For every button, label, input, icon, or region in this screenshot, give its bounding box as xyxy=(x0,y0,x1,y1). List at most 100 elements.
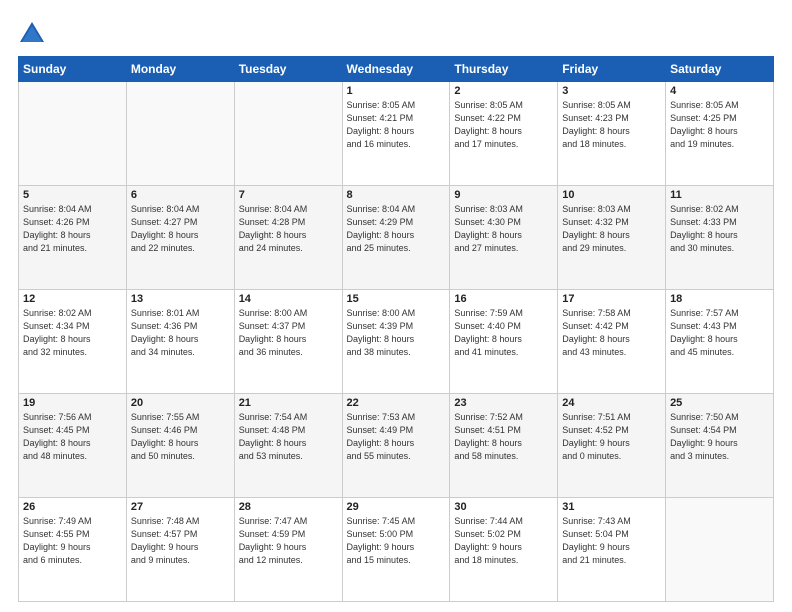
calendar-cell: 18 Sunrise: 7:57 AM Sunset: 4:43 PM Dayli… xyxy=(666,290,774,394)
calendar-cell: 11 Sunrise: 8:02 AM Sunset: 4:33 PM Dayli… xyxy=(666,186,774,290)
calendar-week-row: 1Sunrise: 8:05 AM Sunset: 4:21 PM Daylig… xyxy=(19,82,774,186)
calendar-cell: 17 Sunrise: 7:58 AM Sunset: 4:42 PM Dayli… xyxy=(558,290,666,394)
day-number: 10 xyxy=(562,189,661,201)
day-number: 25 xyxy=(670,397,769,409)
calendar-cell xyxy=(19,82,127,186)
day-number: 24 xyxy=(562,397,661,409)
calendar-cell: 7 Sunrise: 8:04 AM Sunset: 4:28 PM Daylig… xyxy=(234,186,342,290)
day-number: 4 xyxy=(670,85,769,97)
calendar-cell: 29Sunrise: 7:45 AM Sunset: 5:00 PM Dayli… xyxy=(342,498,450,602)
day-number: 12 xyxy=(23,293,122,305)
calendar-cell: 5 Sunrise: 8:04 AM Sunset: 4:26 PM Daylig… xyxy=(19,186,127,290)
day-info: Sunrise: 8:04 AM Sunset: 4:26 PM Dayligh… xyxy=(23,203,122,255)
day-info: Sunrise: 7:54 AM Sunset: 4:48 PM Dayligh… xyxy=(239,411,338,463)
day-number: 9 xyxy=(454,189,553,201)
day-info: Sunrise: 7:47 AM Sunset: 4:59 PM Dayligh… xyxy=(239,515,338,567)
calendar-cell xyxy=(666,498,774,602)
calendar-cell: 19 Sunrise: 7:56 AM Sunset: 4:45 PM Dayli… xyxy=(19,394,127,498)
calendar-cell: 9 Sunrise: 8:03 AM Sunset: 4:30 PM Daylig… xyxy=(450,186,558,290)
page: SundayMondayTuesdayWednesdayThursdayFrid… xyxy=(0,0,792,612)
calendar-cell: 21Sunrise: 7:54 AM Sunset: 4:48 PM Dayli… xyxy=(234,394,342,498)
day-info: Sunrise: 7:48 AM Sunset: 4:57 PM Dayligh… xyxy=(131,515,230,567)
calendar-cell: 12 Sunrise: 8:02 AM Sunset: 4:34 PM Dayli… xyxy=(19,290,127,394)
day-of-week-header: Wednesday xyxy=(342,57,450,82)
day-info: Sunrise: 8:00 AM Sunset: 4:39 PM Dayligh… xyxy=(347,307,446,359)
day-number: 3 xyxy=(562,85,661,97)
day-number: 2 xyxy=(454,85,553,97)
day-of-week-header: Sunday xyxy=(19,57,127,82)
day-info: Sunrise: 8:05 AM Sunset: 4:22 PM Dayligh… xyxy=(454,99,553,151)
day-number: 17 xyxy=(562,293,661,305)
day-of-week-header: Tuesday xyxy=(234,57,342,82)
day-info: Sunrise: 8:05 AM Sunset: 4:21 PM Dayligh… xyxy=(347,99,446,151)
calendar-cell: 8Sunrise: 8:04 AM Sunset: 4:29 PM Daylig… xyxy=(342,186,450,290)
day-info: Sunrise: 8:04 AM Sunset: 4:28 PM Dayligh… xyxy=(239,203,338,255)
day-number: 27 xyxy=(131,501,230,513)
day-number: 14 xyxy=(239,293,338,305)
day-number: 30 xyxy=(454,501,553,513)
calendar-cell: 30 Sunrise: 7:44 AM Sunset: 5:02 PM Dayli… xyxy=(450,498,558,602)
day-number: 31 xyxy=(562,501,661,513)
day-number: 23 xyxy=(454,397,553,409)
header xyxy=(18,18,774,46)
day-info: Sunrise: 8:02 AM Sunset: 4:34 PM Dayligh… xyxy=(23,307,122,359)
calendar-cell: 27 Sunrise: 7:48 AM Sunset: 4:57 PM Dayli… xyxy=(126,498,234,602)
day-number: 26 xyxy=(23,501,122,513)
calendar-week-row: 12 Sunrise: 8:02 AM Sunset: 4:34 PM Dayli… xyxy=(19,290,774,394)
calendar-cell: 31Sunrise: 7:43 AM Sunset: 5:04 PM Dayli… xyxy=(558,498,666,602)
day-info: Sunrise: 7:44 AM Sunset: 5:02 PM Dayligh… xyxy=(454,515,553,567)
logo xyxy=(18,18,50,46)
calendar-week-row: 5 Sunrise: 8:04 AM Sunset: 4:26 PM Daylig… xyxy=(19,186,774,290)
calendar-cell: 2 Sunrise: 8:05 AM Sunset: 4:22 PM Daylig… xyxy=(450,82,558,186)
day-number: 28 xyxy=(239,501,338,513)
calendar-cell: 22Sunrise: 7:53 AM Sunset: 4:49 PM Dayli… xyxy=(342,394,450,498)
day-info: Sunrise: 7:52 AM Sunset: 4:51 PM Dayligh… xyxy=(454,411,553,463)
calendar-cell: 16Sunrise: 7:59 AM Sunset: 4:40 PM Dayli… xyxy=(450,290,558,394)
day-info: Sunrise: 7:58 AM Sunset: 4:42 PM Dayligh… xyxy=(562,307,661,359)
calendar-cell: 26 Sunrise: 7:49 AM Sunset: 4:55 PM Dayli… xyxy=(19,498,127,602)
day-number: 6 xyxy=(131,189,230,201)
day-of-week-header: Monday xyxy=(126,57,234,82)
day-of-week-header: Friday xyxy=(558,57,666,82)
calendar-header-row: SundayMondayTuesdayWednesdayThursdayFrid… xyxy=(19,57,774,82)
calendar-cell: 20 Sunrise: 7:55 AM Sunset: 4:46 PM Dayli… xyxy=(126,394,234,498)
day-number: 16 xyxy=(454,293,553,305)
calendar-cell: 14 Sunrise: 8:00 AM Sunset: 4:37 PM Dayli… xyxy=(234,290,342,394)
day-info: Sunrise: 7:49 AM Sunset: 4:55 PM Dayligh… xyxy=(23,515,122,567)
calendar-cell: 28 Sunrise: 7:47 AM Sunset: 4:59 PM Dayli… xyxy=(234,498,342,602)
day-number: 13 xyxy=(131,293,230,305)
calendar-week-row: 19 Sunrise: 7:56 AM Sunset: 4:45 PM Dayli… xyxy=(19,394,774,498)
day-info: Sunrise: 7:51 AM Sunset: 4:52 PM Dayligh… xyxy=(562,411,661,463)
day-info: Sunrise: 8:05 AM Sunset: 4:23 PM Dayligh… xyxy=(562,99,661,151)
calendar-cell: 10 Sunrise: 8:03 AM Sunset: 4:32 PM Dayli… xyxy=(558,186,666,290)
day-number: 5 xyxy=(23,189,122,201)
day-info: Sunrise: 7:57 AM Sunset: 4:43 PM Dayligh… xyxy=(670,307,769,359)
day-number: 11 xyxy=(670,189,769,201)
calendar-cell: 25Sunrise: 7:50 AM Sunset: 4:54 PM Dayli… xyxy=(666,394,774,498)
day-info: Sunrise: 8:05 AM Sunset: 4:25 PM Dayligh… xyxy=(670,99,769,151)
logo-icon xyxy=(18,18,46,46)
calendar-week-row: 26 Sunrise: 7:49 AM Sunset: 4:55 PM Dayli… xyxy=(19,498,774,602)
day-info: Sunrise: 7:56 AM Sunset: 4:45 PM Dayligh… xyxy=(23,411,122,463)
day-info: Sunrise: 8:04 AM Sunset: 4:29 PM Dayligh… xyxy=(347,203,446,255)
calendar-cell xyxy=(234,82,342,186)
calendar-cell xyxy=(126,82,234,186)
day-of-week-header: Saturday xyxy=(666,57,774,82)
calendar-cell: 15Sunrise: 8:00 AM Sunset: 4:39 PM Dayli… xyxy=(342,290,450,394)
calendar-table: SundayMondayTuesdayWednesdayThursdayFrid… xyxy=(18,56,774,602)
calendar-cell: 1Sunrise: 8:05 AM Sunset: 4:21 PM Daylig… xyxy=(342,82,450,186)
day-number: 19 xyxy=(23,397,122,409)
day-number: 22 xyxy=(347,397,446,409)
day-info: Sunrise: 8:00 AM Sunset: 4:37 PM Dayligh… xyxy=(239,307,338,359)
calendar-cell: 23 Sunrise: 7:52 AM Sunset: 4:51 PM Dayli… xyxy=(450,394,558,498)
day-info: Sunrise: 8:04 AM Sunset: 4:27 PM Dayligh… xyxy=(131,203,230,255)
day-number: 18 xyxy=(670,293,769,305)
day-info: Sunrise: 8:03 AM Sunset: 4:32 PM Dayligh… xyxy=(562,203,661,255)
calendar-cell: 13Sunrise: 8:01 AM Sunset: 4:36 PM Dayli… xyxy=(126,290,234,394)
day-info: Sunrise: 7:55 AM Sunset: 4:46 PM Dayligh… xyxy=(131,411,230,463)
day-number: 20 xyxy=(131,397,230,409)
day-info: Sunrise: 8:02 AM Sunset: 4:33 PM Dayligh… xyxy=(670,203,769,255)
day-info: Sunrise: 8:03 AM Sunset: 4:30 PM Dayligh… xyxy=(454,203,553,255)
day-info: Sunrise: 7:45 AM Sunset: 5:00 PM Dayligh… xyxy=(347,515,446,567)
day-number: 7 xyxy=(239,189,338,201)
